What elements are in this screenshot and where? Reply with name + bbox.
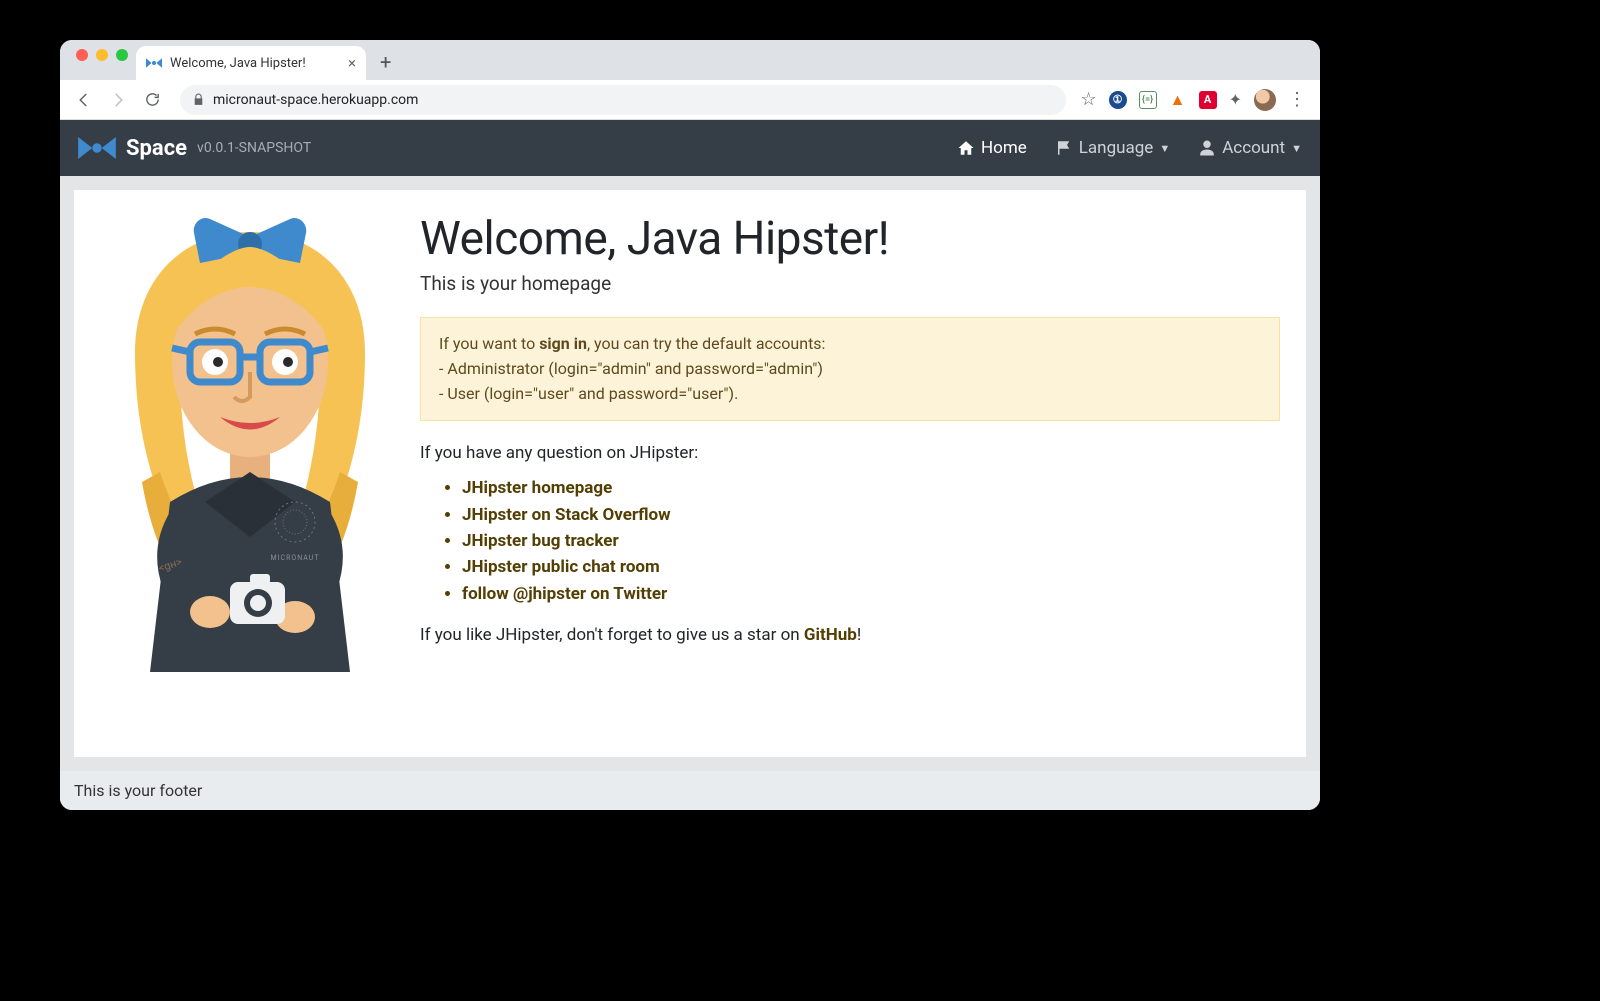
bowtie-logo-icon bbox=[78, 137, 116, 159]
browser-toolbar: micronaut-space.herokuapp.com ☆ ① {=} ▲ … bbox=[60, 80, 1320, 120]
star-icon[interactable]: ☆ bbox=[1080, 89, 1096, 110]
signin-link[interactable]: sign in bbox=[539, 334, 587, 353]
app-navbar: Space v0.0.1-SNAPSHOT Home Language ▼ bbox=[60, 120, 1320, 176]
star-post: ! bbox=[857, 625, 861, 645]
lock-icon bbox=[192, 93, 205, 106]
tab-close-icon[interactable]: × bbox=[348, 54, 356, 72]
page-footer: This is your footer bbox=[60, 771, 1320, 810]
chevron-down-icon: ▼ bbox=[1291, 142, 1302, 155]
profile-avatar-icon[interactable] bbox=[1254, 89, 1276, 111]
alert-line-admin: - Administrator (login="admin" and passw… bbox=[439, 359, 823, 378]
nav-home[interactable]: Home bbox=[957, 138, 1027, 158]
window-close-button[interactable] bbox=[76, 49, 88, 61]
link-chat[interactable]: JHipster public chat room bbox=[462, 554, 1280, 580]
link-twitter[interactable]: follow @jhipster on Twitter bbox=[462, 581, 1280, 607]
github-link[interactable]: GitHub bbox=[804, 625, 857, 645]
question-text: If you have any question on JHipster: bbox=[420, 443, 1280, 463]
alert-text-pre: If you want to bbox=[439, 334, 539, 353]
svg-text:MICRONAUT: MICRONAUT bbox=[271, 554, 320, 562]
bowtie-favicon-icon bbox=[146, 58, 162, 68]
json-extension-icon[interactable]: {=} bbox=[1139, 91, 1157, 109]
extension-icons: ☆ ① {=} ▲ A ✦ ⋮ bbox=[1080, 89, 1310, 111]
help-links: JHipster homepage JHipster on Stack Over… bbox=[420, 475, 1280, 607]
alert-text-post: , you can try the default accounts: bbox=[587, 334, 826, 353]
browser-window: Welcome, Java Hipster! × + micronaut-spa… bbox=[60, 40, 1320, 810]
browser-menu-icon[interactable]: ⋮ bbox=[1288, 89, 1306, 110]
nav-language[interactable]: Language ▼ bbox=[1055, 138, 1170, 158]
url-text: micronaut-space.herokuapp.com bbox=[213, 92, 418, 108]
forward-button[interactable] bbox=[104, 86, 132, 114]
brand-version: v0.0.1-SNAPSHOT bbox=[197, 140, 311, 156]
user-icon bbox=[1198, 139, 1216, 157]
browser-tabstrip: Welcome, Java Hipster! × + bbox=[60, 40, 1320, 80]
link-stackoverflow[interactable]: JHipster on Stack Overflow bbox=[462, 502, 1280, 528]
chevron-down-icon: ▼ bbox=[1159, 142, 1170, 155]
browser-tab[interactable]: Welcome, Java Hipster! × bbox=[136, 46, 366, 80]
angular-extension-icon[interactable]: A bbox=[1199, 91, 1217, 109]
nav-account-label: Account bbox=[1222, 138, 1285, 158]
home-icon bbox=[957, 139, 975, 157]
lighthouse-extension-icon[interactable]: ▲ bbox=[1169, 91, 1187, 109]
mascot-image: <gн> MICRONAUT bbox=[100, 212, 400, 731]
reload-button[interactable] bbox=[138, 86, 166, 114]
window-controls bbox=[70, 49, 136, 71]
back-button[interactable] bbox=[70, 86, 98, 114]
brand[interactable]: Space v0.0.1-SNAPSHOT bbox=[78, 136, 311, 161]
window-maximize-button[interactable] bbox=[116, 49, 128, 61]
star-pre: If you like JHipster, don't forget to gi… bbox=[420, 625, 804, 645]
window-minimize-button[interactable] bbox=[96, 49, 108, 61]
page-body: <gн> MICRONAUT Welcome, Java Hipster! Th… bbox=[60, 176, 1320, 810]
new-tab-button[interactable]: + bbox=[366, 50, 405, 80]
link-homepage[interactable]: JHipster homepage bbox=[462, 475, 1280, 501]
address-bar[interactable]: micronaut-space.herokuapp.com bbox=[180, 85, 1066, 115]
github-star-text: If you like JHipster, don't forget to gi… bbox=[420, 625, 1280, 645]
onepassword-extension-icon[interactable]: ① bbox=[1109, 91, 1127, 109]
signin-alert: If you want to sign in, you can try the … bbox=[420, 317, 1280, 421]
nav-home-label: Home bbox=[981, 138, 1027, 158]
page-title: Welcome, Java Hipster! bbox=[420, 212, 1280, 266]
link-bugtracker[interactable]: JHipster bug tracker bbox=[462, 528, 1280, 554]
extensions-puzzle-icon[interactable]: ✦ bbox=[1229, 90, 1242, 109]
nav-language-label: Language bbox=[1079, 138, 1154, 158]
page-lead: This is your homepage bbox=[420, 272, 1280, 295]
nav-account[interactable]: Account ▼ bbox=[1198, 138, 1302, 158]
main-content: Welcome, Java Hipster! This is your home… bbox=[420, 212, 1280, 731]
tab-title: Welcome, Java Hipster! bbox=[170, 56, 306, 71]
alert-line-user: - User (login="user" and password="user"… bbox=[439, 384, 738, 403]
brand-name: Space bbox=[126, 136, 187, 161]
flag-icon bbox=[1055, 139, 1073, 157]
home-card: <gн> MICRONAUT Welcome, Java Hipster! Th… bbox=[74, 190, 1306, 757]
